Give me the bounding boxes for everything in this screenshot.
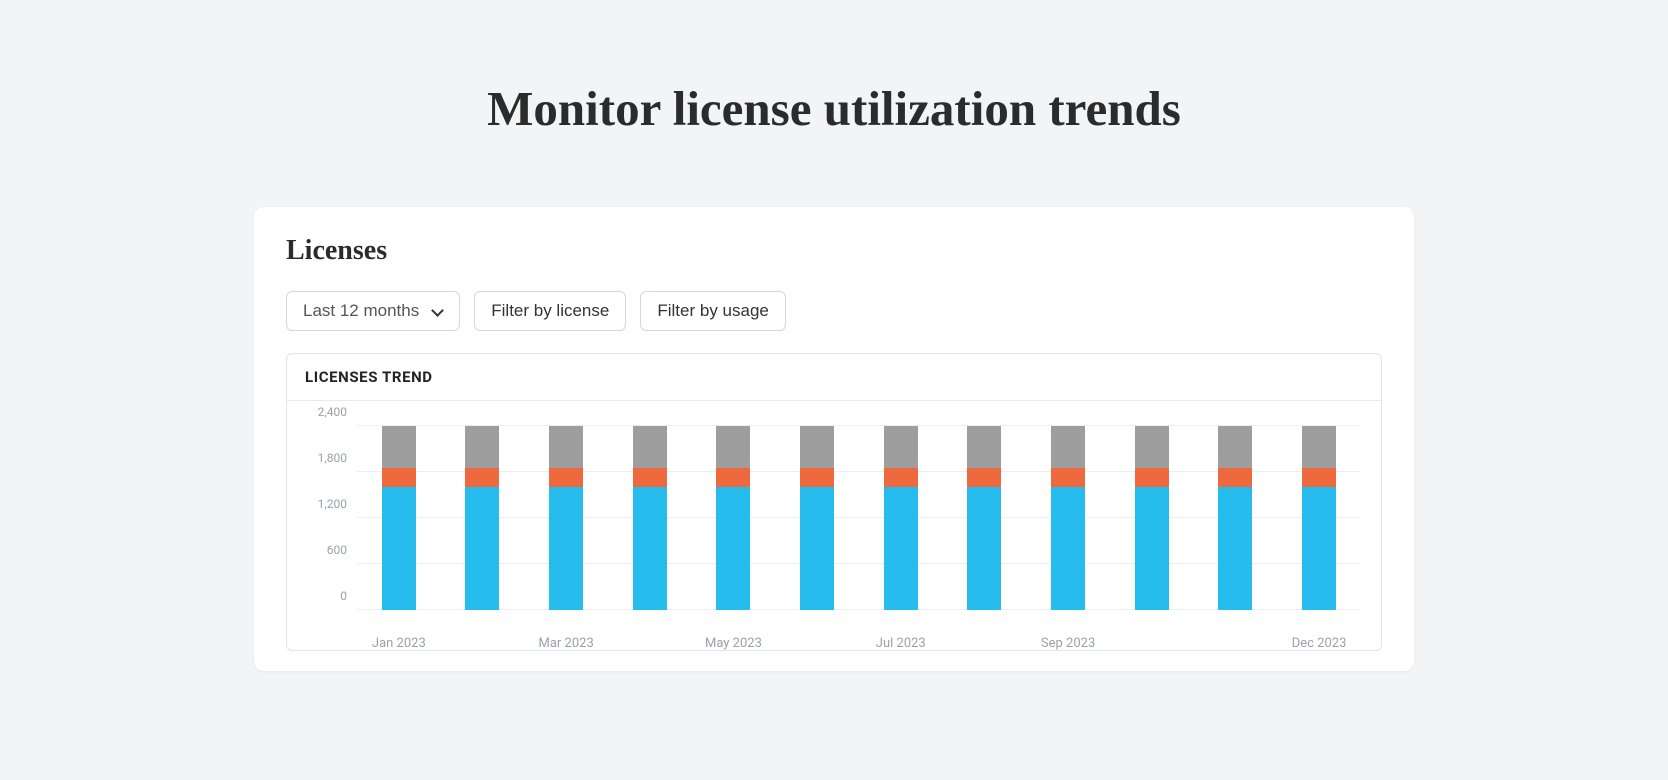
bar-segment — [884, 487, 918, 610]
chart-body: 06001,2001,8002,400 Jan 2023Mar 2023May … — [287, 401, 1381, 650]
chevron-down-icon — [431, 305, 443, 317]
bar-segment — [716, 487, 750, 610]
chart-title: LICENSES TREND — [287, 354, 1381, 401]
bar-segment — [967, 426, 1001, 468]
bar-segment — [633, 426, 667, 468]
licenses-card: Licenses Last 12 months Filter by licens… — [254, 207, 1414, 671]
bar-segment — [800, 468, 834, 487]
bar-segment — [967, 487, 1001, 610]
bar-segment — [884, 426, 918, 468]
bar — [1302, 426, 1336, 610]
bar — [465, 426, 499, 610]
bar-segment — [716, 468, 750, 487]
bar-segment — [800, 426, 834, 468]
bars-row — [357, 426, 1361, 610]
bar — [1051, 426, 1085, 610]
bar-segment — [716, 426, 750, 468]
y-axis-tick: 1,200 — [318, 497, 347, 511]
chart-panel: LICENSES TREND 06001,2001,8002,400 Jan 2… — [286, 353, 1382, 651]
filter-bar: Last 12 months Filter by license Filter … — [286, 291, 1382, 331]
bar-segment — [884, 468, 918, 487]
bar-segment — [800, 487, 834, 610]
bar-segment — [1051, 487, 1085, 610]
bar-segment — [1218, 468, 1252, 487]
bar — [1218, 426, 1252, 610]
bar — [1135, 426, 1169, 610]
bar-segment — [1302, 426, 1336, 468]
bar-segment — [1135, 426, 1169, 468]
bar-segment — [1302, 468, 1336, 487]
bar-segment — [382, 426, 416, 468]
bar-segment — [549, 426, 583, 468]
y-axis-tick: 600 — [327, 543, 347, 557]
bar-segment — [1051, 468, 1085, 487]
bar-segment — [382, 487, 416, 610]
y-axis-tick: 2,400 — [318, 405, 347, 419]
bar — [633, 426, 667, 610]
bar-segment — [633, 468, 667, 487]
bar-segment — [967, 468, 1001, 487]
date-range-label: Last 12 months — [303, 301, 419, 321]
bar — [800, 426, 834, 610]
bar-segment — [1051, 426, 1085, 468]
page-title: Monitor license utilization trends — [20, 80, 1648, 137]
bar — [382, 426, 416, 610]
date-range-dropdown[interactable]: Last 12 months — [286, 291, 460, 331]
bar-segment — [1218, 487, 1252, 610]
bar — [716, 426, 750, 610]
bar-segment — [1135, 487, 1169, 610]
bar-segment — [633, 487, 667, 610]
filter-by-usage-button[interactable]: Filter by usage — [640, 291, 786, 331]
filter-by-license-button[interactable]: Filter by license — [474, 291, 626, 331]
bar — [884, 426, 918, 610]
bar-segment — [549, 468, 583, 487]
bar — [967, 426, 1001, 610]
bar-segment — [382, 468, 416, 487]
plot-area: 06001,2001,8002,400 — [357, 426, 1361, 610]
bar-segment — [549, 487, 583, 610]
bar-segment — [465, 426, 499, 468]
y-axis-tick: 0 — [340, 589, 347, 603]
bar-segment — [1302, 487, 1336, 610]
card-title: Licenses — [286, 235, 1382, 267]
y-axis-tick: 1,800 — [318, 451, 347, 465]
bar-segment — [465, 468, 499, 487]
bar-segment — [465, 487, 499, 610]
bar-segment — [1135, 468, 1169, 487]
bar-segment — [1218, 426, 1252, 468]
bar — [549, 426, 583, 610]
